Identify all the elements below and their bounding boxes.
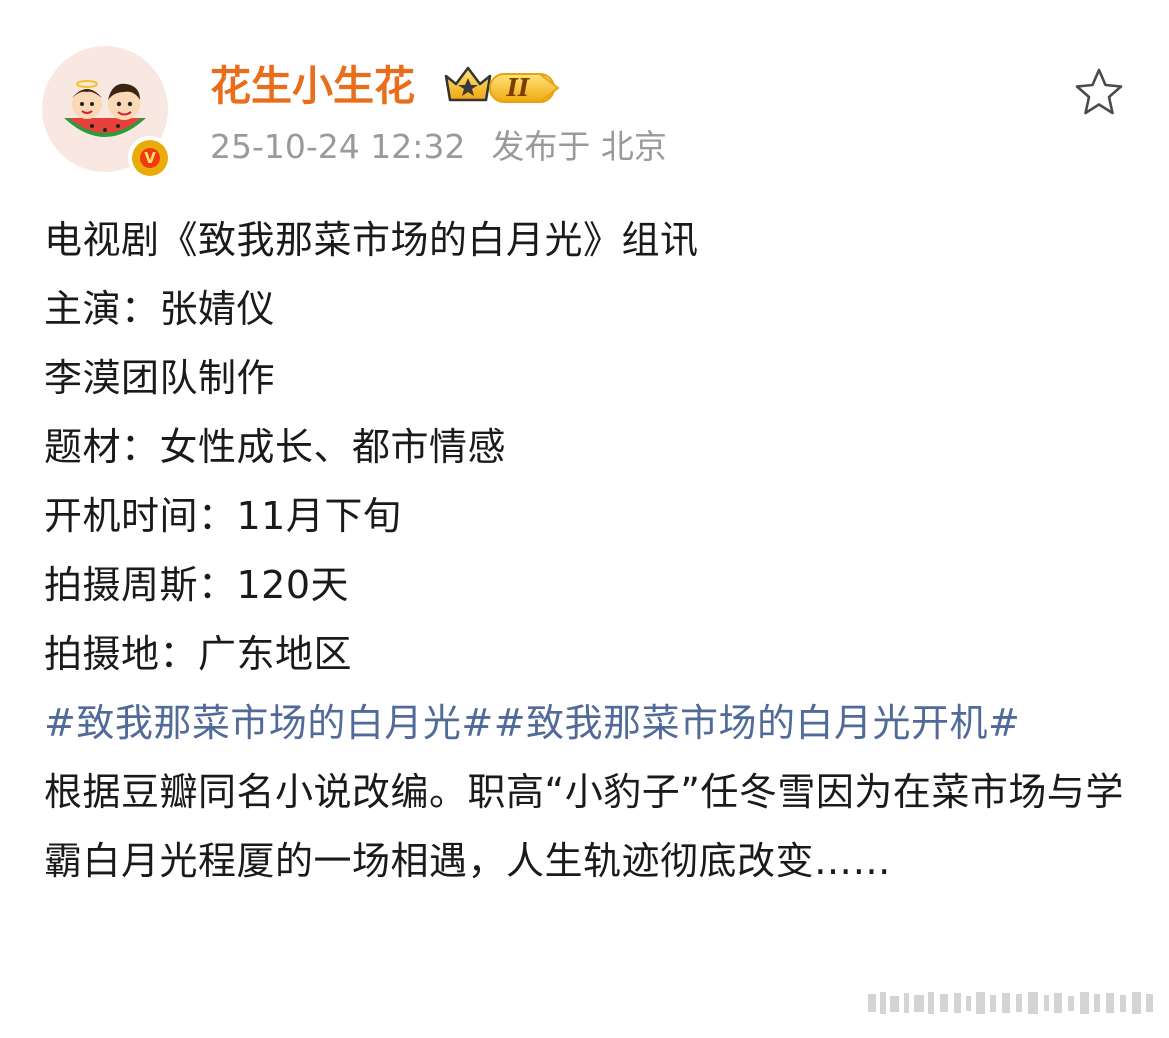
level-badge-text: II bbox=[506, 73, 530, 102]
post-content: 电视剧《致我那菜市场的白月光》组讯 主演：张婧仪 李漠团队制作 题材：女性成长、… bbox=[44, 206, 1144, 896]
post-location: 发布于 北京 bbox=[491, 127, 667, 166]
post-line-title: 电视剧《致我那菜市场的白月光》组讯 bbox=[44, 218, 699, 262]
post-line-duration: 拍摄周斯：120天 bbox=[44, 563, 350, 607]
star-outline-icon[interactable] bbox=[1070, 64, 1128, 122]
post-meta: 25-10-24 12:32 发布于 北京 bbox=[210, 124, 667, 170]
post-line-genre: 题材：女性成长、都市情感 bbox=[44, 425, 507, 469]
topic-link[interactable]: #致我那菜市场的白月光开机# bbox=[494, 701, 1021, 745]
topic-link[interactable]: #致我那菜市场的白月光# bbox=[44, 701, 494, 745]
post-line-location: 拍摄地：广东地区 bbox=[44, 632, 353, 676]
post-timestamp: 25-10-24 12:32 bbox=[210, 127, 466, 166]
post-line-team: 李漠团队制作 bbox=[44, 356, 276, 400]
verified-badge-icon: V bbox=[128, 136, 172, 180]
post-body: 根据豆瓣同名小说改编。职高“小豹子”任冬雪因为在菜市场与学霸白月光程厦的一场相遇… bbox=[44, 770, 1124, 883]
post-line-lead: 主演：张婧仪 bbox=[44, 287, 276, 331]
username[interactable]: 花生小生花 bbox=[210, 60, 415, 112]
watermark bbox=[868, 990, 1158, 1016]
post-line-start: 开机时间：11月下旬 bbox=[44, 494, 402, 538]
verified-mark: V bbox=[140, 148, 160, 168]
crown-icon[interactable]: II bbox=[440, 62, 564, 108]
post-topics: #致我那菜市场的白月光##致我那菜市场的白月光开机# bbox=[44, 689, 1124, 758]
